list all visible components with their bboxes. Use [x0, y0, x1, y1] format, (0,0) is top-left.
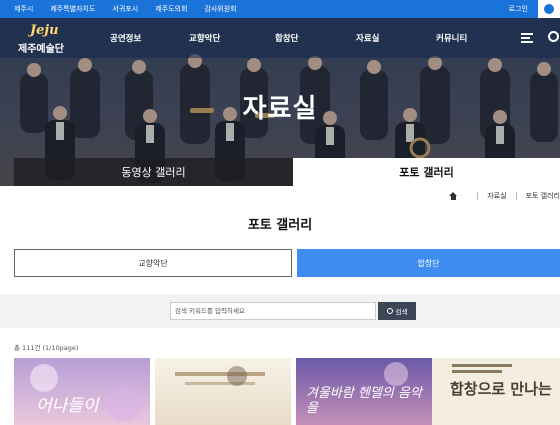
utility-link-council[interactable]: 제주도의회 — [155, 4, 187, 14]
category-choir-button[interactable]: 합창단 — [297, 249, 560, 277]
poster-title: 겨울바람 헨델의 음악을 — [306, 386, 422, 416]
magnifier-icon — [386, 308, 393, 314]
nav-item-community[interactable]: 커뮤니티 — [436, 32, 467, 44]
search-icon[interactable] — [548, 31, 559, 42]
utility-link-audit[interactable]: 감사위원회 — [204, 4, 236, 14]
site-icon-button[interactable] — [538, 0, 560, 18]
poster-art — [175, 366, 265, 386]
search-input[interactable]: 검색 키워드를 입력하세요 — [170, 302, 376, 320]
utility-link-province[interactable]: 제주특별자치도 — [50, 4, 95, 14]
nav-item-archive[interactable]: 자료실 — [356, 32, 379, 44]
tab-photo-gallery[interactable]: 포토 갤러리 — [293, 158, 560, 186]
site-logo[interactable]: Jeju 제주예술단 — [18, 23, 74, 55]
utility-link-jejusi[interactable]: 제주시 — [14, 4, 33, 14]
logo-script: Jeju — [30, 23, 59, 38]
search-button-label: 검색 — [395, 308, 408, 316]
utility-bar: 제주시 제주특별자치도 서귀포시 제주도의회 감사위원회 로그인 — [0, 0, 560, 18]
gallery-item[interactable]: 합창으로 만나는 — [432, 358, 560, 425]
poster-title: 어나들이 — [36, 396, 99, 416]
menu-icon[interactable] — [521, 33, 533, 43]
hero-title: 자료실 — [242, 94, 318, 124]
main-nav: Jeju 제주예술단 공연정보 교향악단 합창단 자료실 커뮤니티 — [0, 18, 560, 58]
breadcrumb-item-archive[interactable]: 자료실 — [487, 191, 506, 201]
site-circle-icon — [544, 4, 554, 14]
search-button[interactable]: 검색 — [378, 302, 416, 320]
gallery-item[interactable]: 어나들이 — [14, 358, 150, 425]
result-count: 총 111건 (1/10page) — [14, 344, 79, 352]
nav-item-choir[interactable]: 합창단 — [275, 32, 298, 44]
search-bar: 검색 키워드를 입력하세요 검색 — [0, 294, 560, 328]
breadcrumb: 자료실 포토 갤러리 — [449, 190, 560, 202]
logo-name: 제주예술단 — [18, 44, 64, 55]
poster-title: 합창으로 만나는 — [450, 380, 552, 398]
nav-item-orchestra[interactable]: 교향악단 — [189, 32, 220, 44]
category-orchestra-button[interactable]: 교향악단 — [14, 249, 292, 277]
login-link[interactable]: 로그인 — [509, 4, 528, 14]
nav-item-performance[interactable]: 공연정보 — [110, 32, 141, 44]
page-title: 포토 갤러리 — [247, 218, 313, 233]
gallery-item[interactable]: 겨울바람 헨델의 음악을 — [296, 358, 432, 425]
tab-video-gallery[interactable]: 동영상 갤러리 — [14, 158, 293, 186]
breadcrumb-divider — [477, 192, 479, 200]
breadcrumb-divider — [515, 192, 517, 200]
utility-links: 제주시 제주특별자치도 서귀포시 제주도의회 감사위원회 — [14, 0, 254, 18]
home-icon[interactable] — [449, 192, 458, 200]
breadcrumb-item-photo[interactable]: 포토 갤러리 — [526, 191, 560, 201]
gallery-item[interactable] — [155, 358, 291, 425]
utility-link-seogwipo[interactable]: 서귀포시 — [112, 4, 138, 14]
